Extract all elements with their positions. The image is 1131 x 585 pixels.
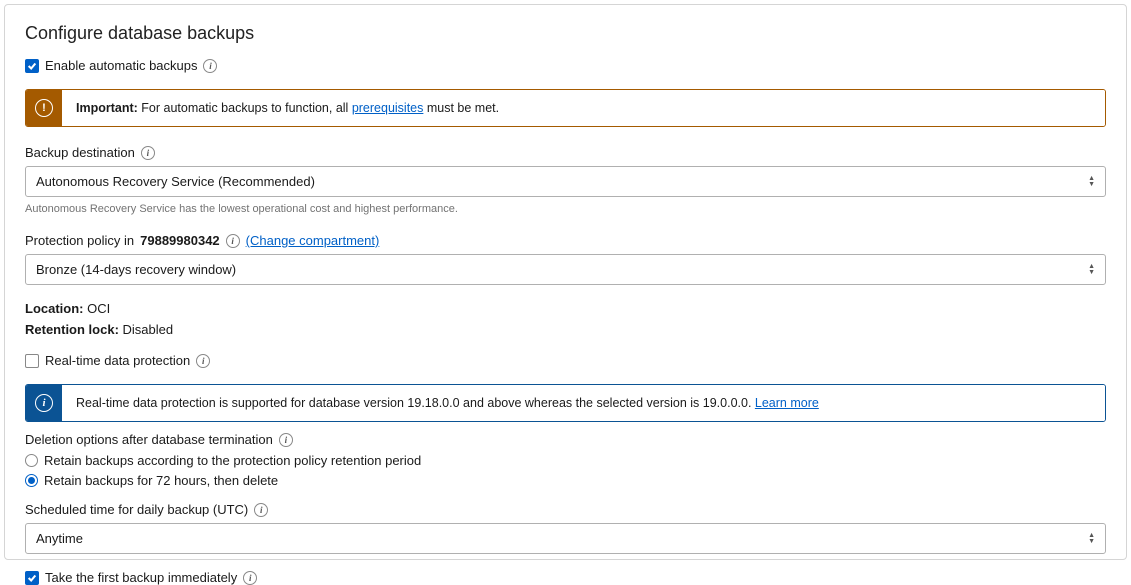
alert-prefix: Important: [76, 101, 138, 115]
deletion-option-row: Retain backups for 72 hours, then delete [25, 473, 1106, 488]
backup-destination-field: Backup destination i Autonomous Recovery… [25, 145, 1106, 215]
info-icon[interactable]: i [196, 354, 210, 368]
location-row: Location: OCI [25, 301, 1106, 316]
alert-text-after: must be met. [423, 101, 499, 115]
info-icon[interactable]: i [279, 433, 293, 447]
field-label-row: Backup destination i [25, 145, 1106, 160]
backup-destination-label: Backup destination [25, 145, 135, 160]
enable-backups-row: Enable automatic backups i [25, 58, 1106, 73]
realtime-alert-text: Real-time data protection is supported f… [76, 396, 755, 410]
deletion-options-label: Deletion options after database terminat… [25, 432, 273, 447]
deletion-option-row: Retain backups according to the protecti… [25, 453, 1106, 468]
protection-policy-select[interactable]: Bronze (14-days recovery window) ▲▼ [25, 254, 1106, 285]
deletion-option-radio-1[interactable] [25, 474, 38, 487]
realtime-protection-label: Real-time data protection [45, 353, 190, 368]
backup-destination-select[interactable]: Autonomous Recovery Service (Recommended… [25, 166, 1106, 197]
alert-info-icon: i [35, 394, 53, 412]
retention-lock-value: Disabled [123, 322, 174, 337]
scheduled-time-select[interactable]: Anytime ▲▼ [25, 523, 1106, 554]
alert-exclamation-icon: ! [35, 99, 53, 117]
retention-lock-row: Retention lock: Disabled [25, 322, 1106, 337]
location-value: OCI [87, 301, 110, 316]
change-compartment-link[interactable]: (Change compartment) [246, 233, 380, 248]
alert-text-before: For automatic backups to function, all [138, 101, 352, 115]
retention-lock-label: Retention lock: [25, 322, 119, 337]
info-icon[interactable]: i [254, 503, 268, 517]
scheduled-time-label: Scheduled time for daily backup (UTC) [25, 502, 248, 517]
deletion-options-radio-group: Retain backups according to the protecti… [25, 453, 1106, 488]
first-backup-row: Take the first backup immediately i [25, 570, 1106, 585]
select-value: Bronze (14-days recovery window) [36, 262, 236, 277]
alert-icon-box: i [26, 385, 62, 421]
enable-backups-checkbox[interactable] [25, 59, 39, 73]
page-title: Configure database backups [25, 23, 1106, 44]
realtime-info-alert: i Real-time data protection is supported… [25, 384, 1106, 422]
select-value: Anytime [36, 531, 83, 546]
info-icon[interactable]: i [226, 234, 240, 248]
alert-body: Real-time data protection is supported f… [62, 385, 1105, 421]
select-value: Autonomous Recovery Service (Recommended… [36, 174, 315, 189]
field-label-row: Protection policy in 79889980342 i (Chan… [25, 233, 1106, 248]
deletion-option-label-0: Retain backups according to the protecti… [44, 453, 421, 468]
protection-policy-label-prefix: Protection policy in [25, 233, 134, 248]
scheduled-time-field: Scheduled time for daily backup (UTC) i … [25, 502, 1106, 554]
backup-destination-helper: Autonomous Recovery Service has the lowe… [25, 203, 1106, 215]
learn-more-link[interactable]: Learn more [755, 396, 819, 410]
location-label: Location: [25, 301, 84, 316]
select-arrows-icon: ▲▼ [1088, 533, 1095, 544]
info-icon[interactable]: i [203, 59, 217, 73]
prerequisites-link[interactable]: prerequisites [352, 101, 424, 115]
deletion-option-radio-0[interactable] [25, 454, 38, 467]
info-icon[interactable]: i [141, 146, 155, 160]
select-arrows-icon: ▲▼ [1088, 264, 1095, 275]
first-backup-label: Take the first backup immediately [45, 570, 237, 585]
kv-block: Location: OCI Retention lock: Disabled [25, 301, 1106, 337]
deletion-option-label-1: Retain backups for 72 hours, then delete [44, 473, 278, 488]
deletion-options-label-row: Deletion options after database terminat… [25, 432, 1106, 447]
field-label-row: Scheduled time for daily backup (UTC) i [25, 502, 1106, 517]
info-icon[interactable]: i [243, 571, 257, 585]
select-arrows-icon: ▲▼ [1088, 176, 1095, 187]
important-alert: ! Important: For automatic backups to fu… [25, 89, 1106, 127]
protection-policy-compartment: 79889980342 [140, 233, 220, 248]
alert-body: Important: For automatic backups to func… [62, 90, 1105, 126]
enable-backups-label: Enable automatic backups [45, 58, 197, 73]
protection-policy-field: Protection policy in 79889980342 i (Chan… [25, 233, 1106, 285]
realtime-protection-row: Real-time data protection i [25, 353, 1106, 368]
realtime-protection-checkbox[interactable] [25, 354, 39, 368]
alert-icon-box: ! [26, 90, 62, 126]
first-backup-checkbox[interactable] [25, 571, 39, 585]
configure-backups-panel: Configure database backups Enable automa… [4, 4, 1127, 560]
